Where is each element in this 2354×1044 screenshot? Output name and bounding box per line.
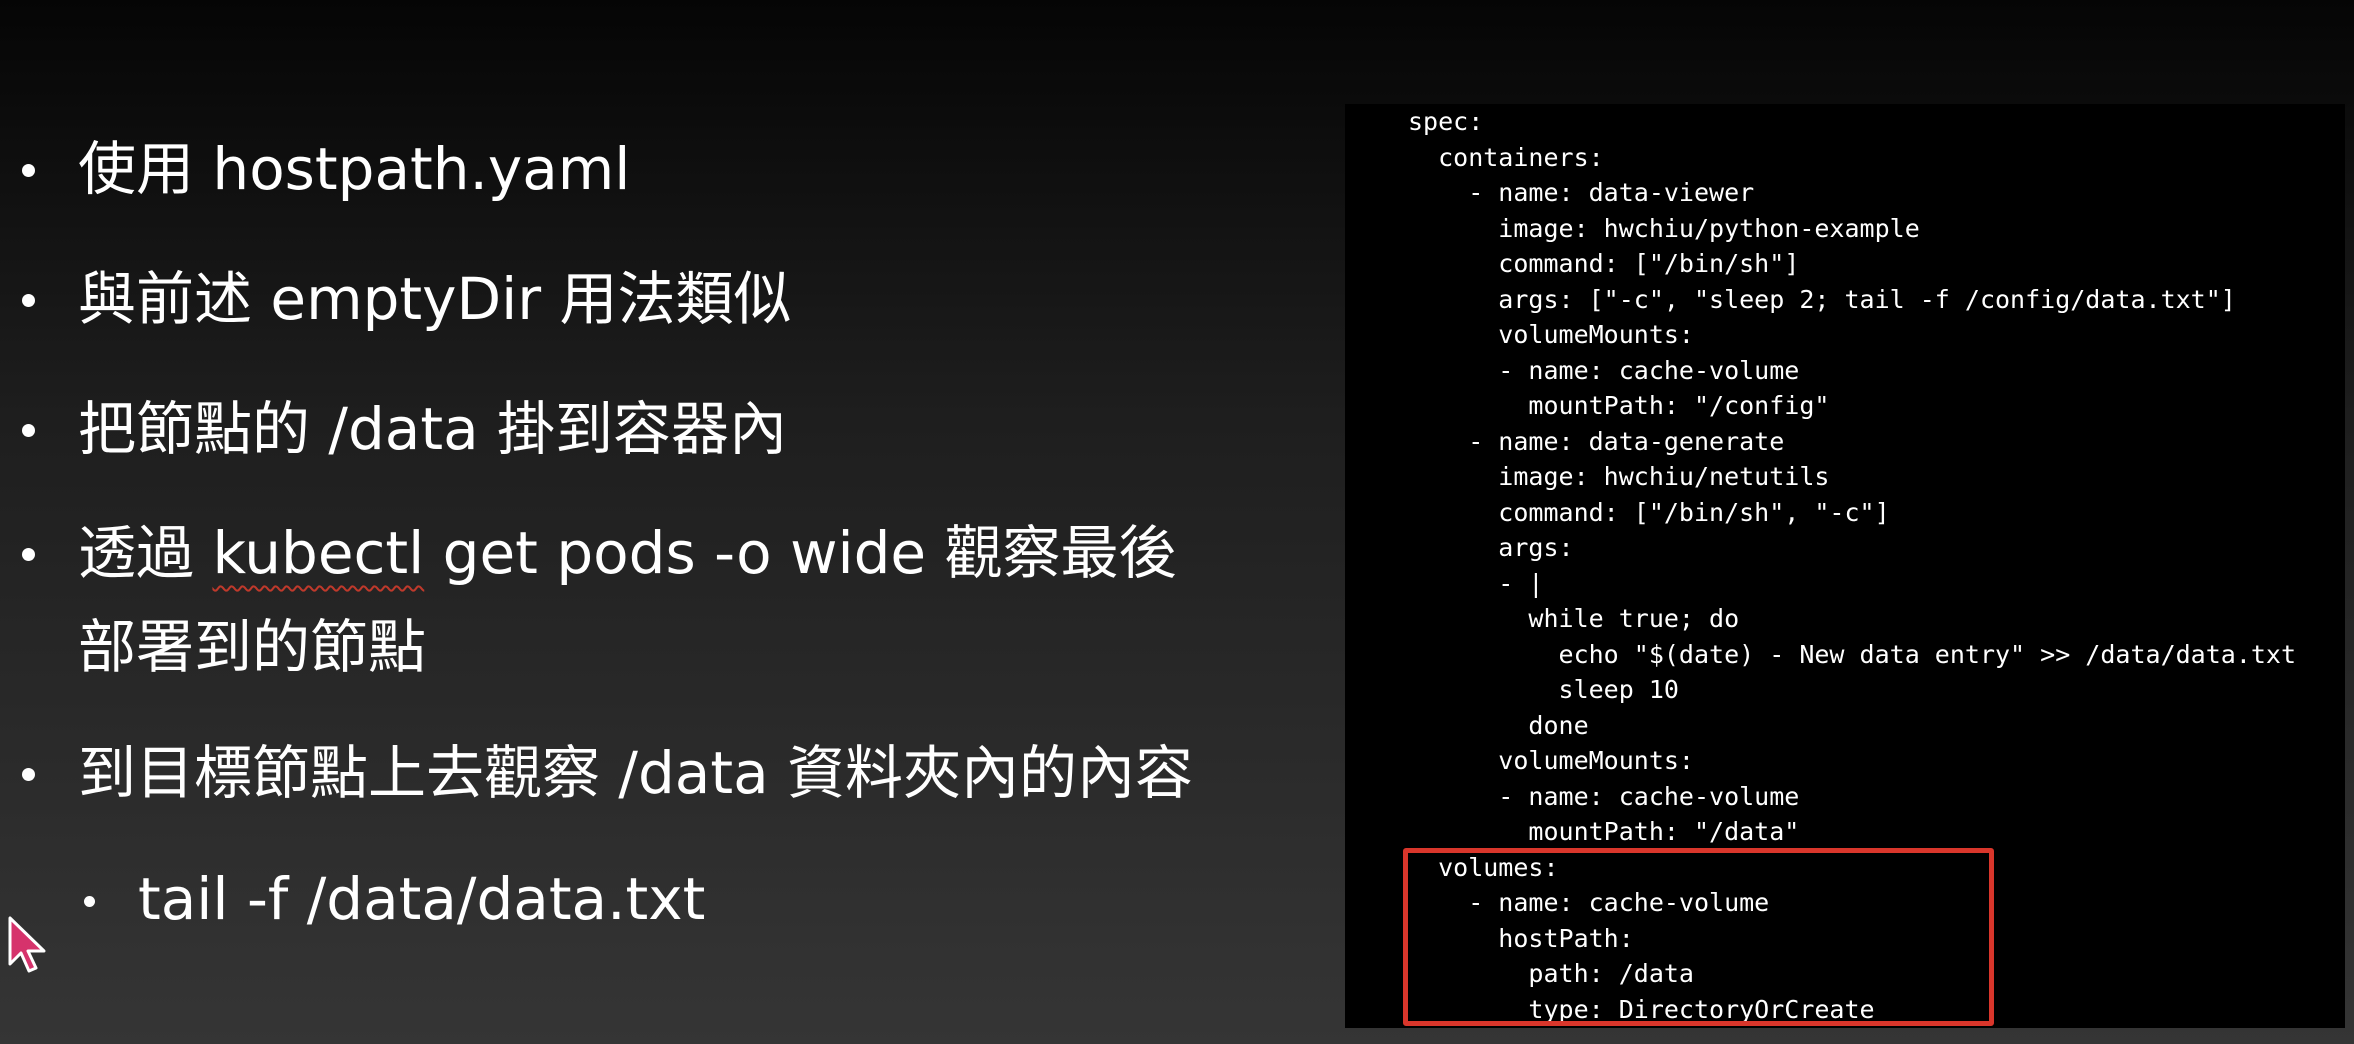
volumes-highlight-box — [1403, 848, 1994, 1026]
bullet-text-post: get pods -o wide 觀察最後 — [424, 519, 1177, 587]
bullet-text: 到目標節點上去觀察 /data 資料夾內的內容 — [78, 739, 1194, 807]
bullet-dot-icon — [22, 768, 35, 781]
bullet-text-line2: 部署到的節點 — [78, 613, 427, 681]
code-line: echo "$(date) - New data entry" >> /data… — [1408, 639, 2297, 669]
code-line: mountPath: "/config" — [1408, 391, 1830, 420]
bullet-dot-icon — [22, 164, 35, 177]
code-line: image: hwchiu/netutils — [1408, 462, 1830, 491]
bullet-dot-icon — [22, 548, 35, 561]
code-line: spec: — [1408, 107, 1484, 136]
code-line: image: hwchiu/python-example — [1408, 213, 1920, 243]
code-line: done — [1408, 710, 1589, 740]
bullet-text: 使用 hostpath.yaml — [78, 135, 631, 203]
sub-bullet-dot-icon — [84, 896, 95, 907]
code-line: - | — [1408, 568, 1544, 598]
mouse-pointer-icon — [8, 916, 46, 973]
bullet-dot-icon — [22, 294, 35, 307]
code-line: args: ["-c", "sleep 2; tail -f /config/d… — [1408, 284, 2236, 314]
code-line: while true; do — [1408, 604, 1740, 633]
code-line: command: ["/bin/sh"] — [1408, 249, 1800, 278]
code-line: volumeMounts: — [1408, 320, 1694, 349]
spellcheck-underlined-word: kubectl — [212, 519, 425, 587]
code-line: volumeMounts: — [1408, 746, 1694, 775]
sub-bullet-text: tail -f /data/data.txt — [138, 865, 706, 933]
code-line: - name: cache-volume — [1408, 355, 1800, 385]
code-line: command: ["/bin/sh", "-c"] — [1408, 497, 1890, 527]
code-line: - name: data-generate — [1408, 426, 1785, 456]
bullet-text: 與前述 emptyDir 用法類似 — [78, 265, 792, 333]
code-line: mountPath: "/data" — [1408, 817, 1800, 846]
code-line: args: — [1408, 533, 1574, 562]
bullet-dot-icon — [22, 424, 35, 437]
code-line: containers: — [1408, 142, 1604, 172]
bullet-text: 把節點的 /data 掛到容器內 — [78, 395, 788, 463]
slide-bullets: 使用 hostpath.yaml 與前述 emptyDir 用法類似 把節點的 … — [0, 0, 1330, 1044]
code-line: sleep 10 — [1408, 675, 1679, 704]
code-line: - name: cache-volume — [1408, 781, 1800, 811]
bullet-text-pre: 透過 — [78, 519, 213, 587]
bullet-text: 透過 kubectl get pods -o wide 觀察最後 部署到的節點 — [78, 506, 1177, 694]
code-line: - name: data-viewer — [1408, 178, 1755, 207]
